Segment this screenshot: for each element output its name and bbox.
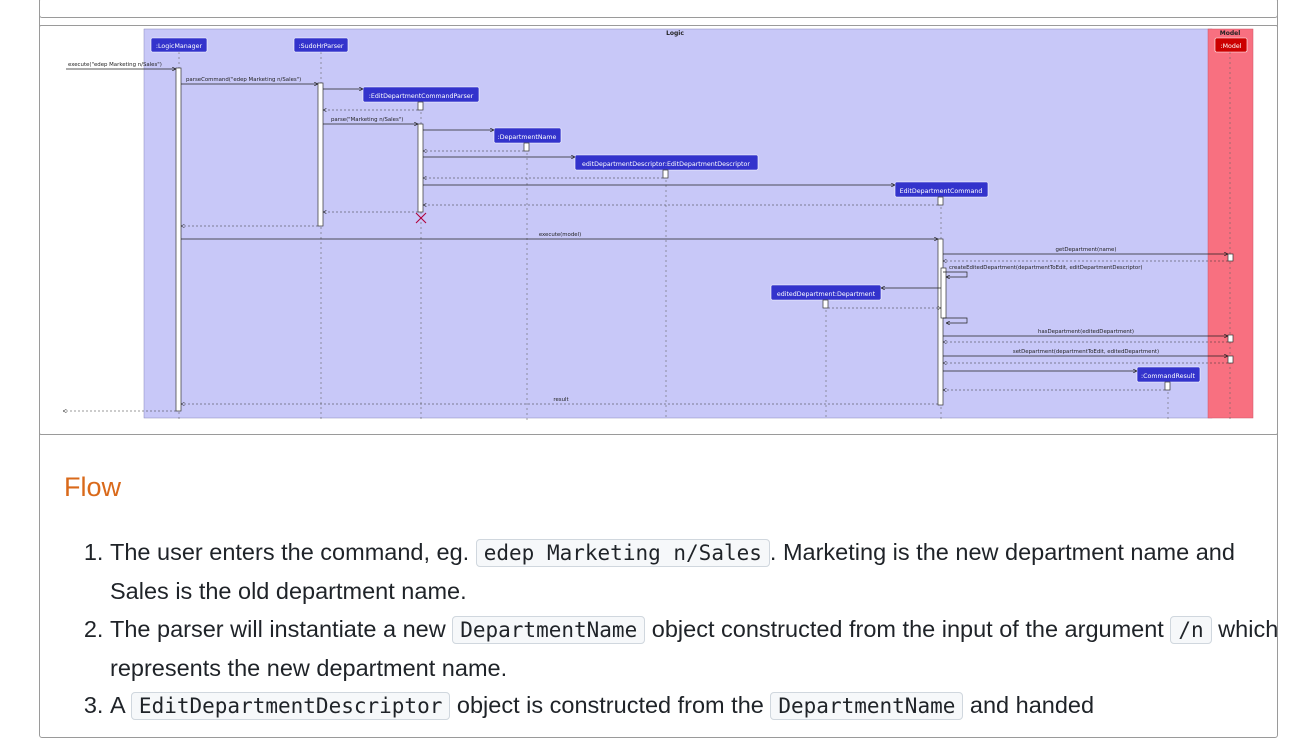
- participant-label-logicmanager: :LogicManager: [156, 43, 203, 50]
- step-3-text-start: A: [110, 692, 131, 718]
- msg-parse-command: parseCommand("edep Marketing n/Sales"): [186, 77, 301, 83]
- participant-label-editeddepartment: editedDepartment:Department: [777, 291, 876, 298]
- participant-label-departmentname: :DepartmentName: [498, 134, 557, 141]
- step-2-text-start: The parser will instantiate a new: [110, 615, 453, 642]
- step-3-class-code: EditDepartmentDescriptor: [130, 692, 451, 720]
- step-1-command-code: edep Marketing n/Sales: [475, 539, 770, 567]
- participant-label-sudohrparser: :SudoHrParser: [299, 43, 344, 50]
- step-3-class-code-2: DepartmentName: [770, 692, 964, 720]
- msg-parse: parse("Marketing n/Sales"): [331, 117, 403, 123]
- participant-label-model: :Model: [1220, 43, 1241, 50]
- flow-heading: Flow: [64, 472, 122, 502]
- sequence-diagram: Logic Model :LogicManager :SudoHrParser …: [40, 28, 1254, 420]
- participant-label-editdepartmentdescriptor: editDepartmentDescriptor:EditDepartmentD…: [582, 161, 750, 168]
- msg-has-department: hasDepartment(editedDepartment): [1038, 329, 1134, 335]
- step-3-text-end: and handed: [963, 692, 1095, 718]
- msg-execute-model: execute(model): [539, 232, 581, 238]
- flow-steps-list: The user enters the command, eg. edep Ma…: [74, 533, 1290, 725]
- logic-frame: [143, 28, 1213, 419]
- msg-execute-command: execute("edep Marketing n/Sales"): [68, 62, 162, 68]
- participant-label-editdepartmentcommand: EditDepartmentCommand: [900, 188, 983, 195]
- msg-get-department: getDepartment(name): [1056, 247, 1117, 253]
- flow-step-1: The user enters the command, eg. edep Ma…: [110, 533, 1290, 610]
- step-2-argument-code: /n: [1170, 615, 1212, 644]
- logic-frame-title: Logic: [666, 30, 684, 37]
- participant-label-commandresult: :CommandResult: [1141, 373, 1195, 380]
- msg-set-department: setDepartment(departmentToEdit, editedDe…: [1013, 349, 1159, 355]
- flow-step-3: A EditDepartmentDescriptor object is con…: [110, 686, 1290, 725]
- step-2-class-code: DepartmentName: [452, 615, 646, 644]
- step-1-text-start: The user enters the command, eg.: [110, 539, 476, 565]
- step-2-text-middle: object constructed from the input of the…: [645, 615, 1171, 642]
- msg-result: result: [553, 397, 568, 403]
- msg-create-edited-department: createEditedDepartment(departmentToEdit,…: [949, 265, 1143, 271]
- participant-label-editdepartmentcommandparser: :EditDepartmentCommandParser: [369, 93, 474, 100]
- model-frame-title: Model: [1220, 30, 1241, 37]
- flow-step-2: The parser will instantiate a new Depart…: [110, 610, 1290, 687]
- step-3-text-middle: object is constructed from the: [450, 692, 771, 718]
